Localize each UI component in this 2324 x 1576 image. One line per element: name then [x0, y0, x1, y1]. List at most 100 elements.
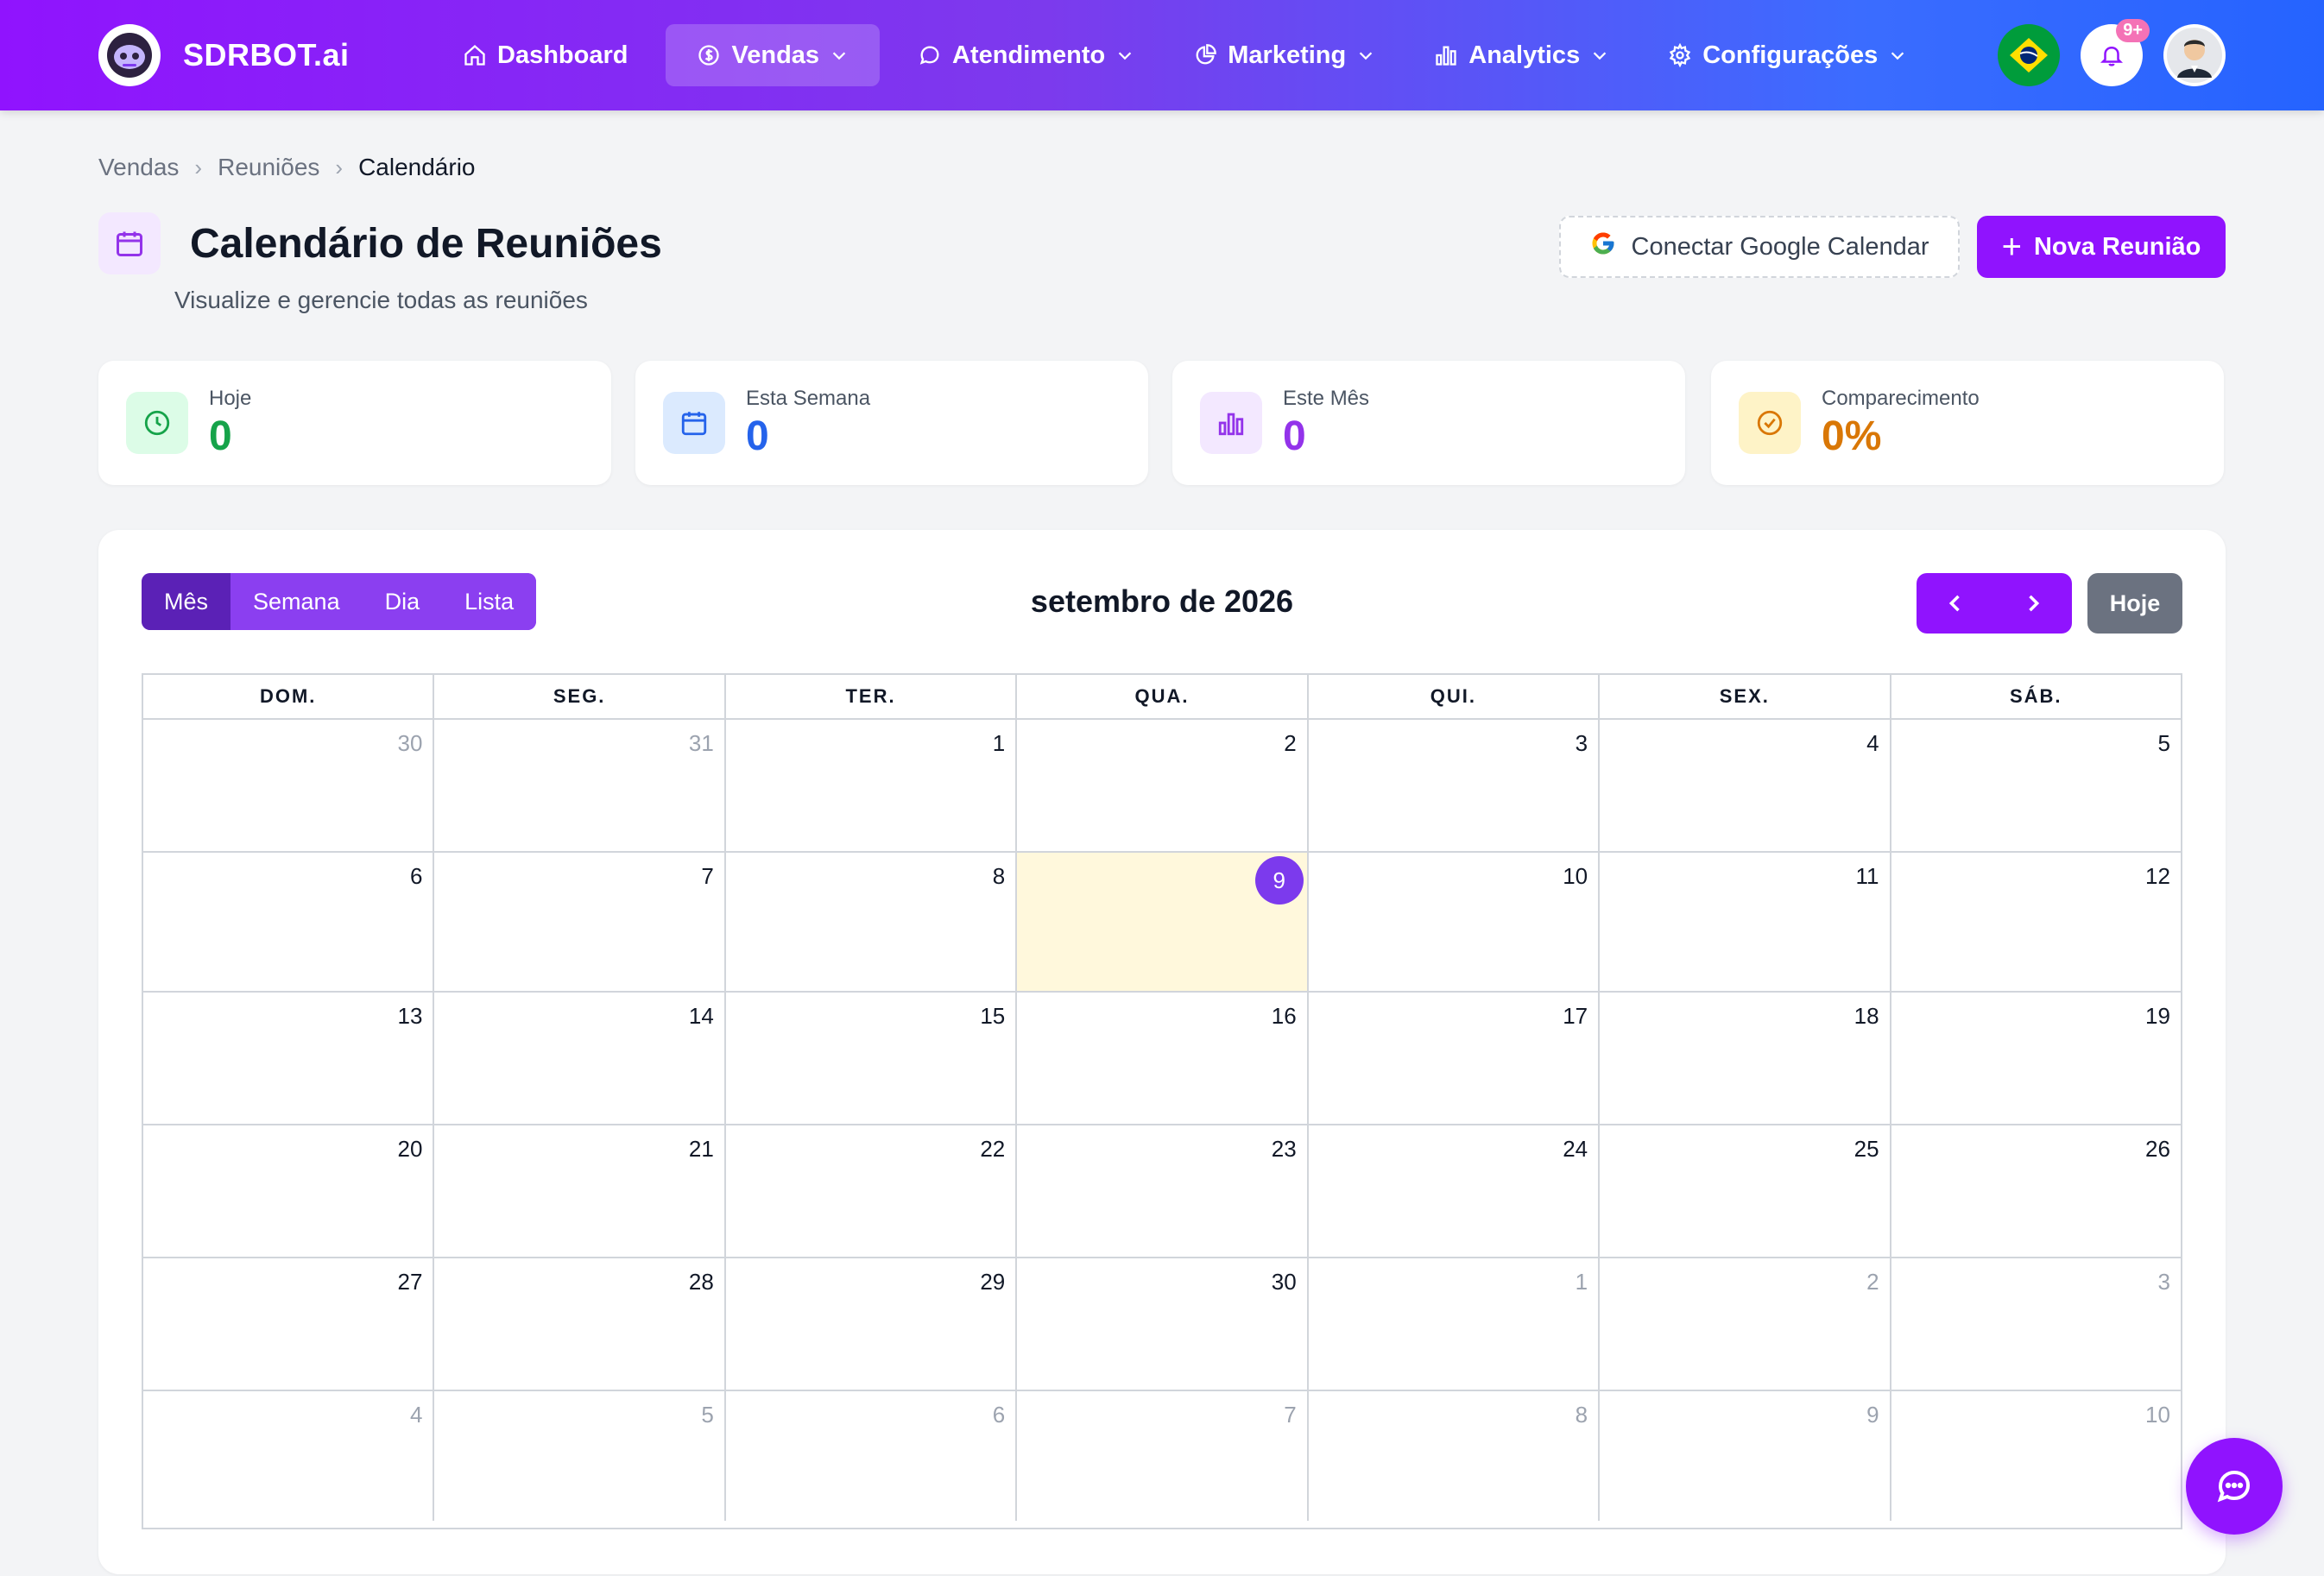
day-number[interactable]: 13: [398, 1003, 423, 1030]
nav-dashboard[interactable]: Dashboard: [442, 24, 648, 86]
calendar-day-cell[interactable]: 29: [726, 1258, 1018, 1390]
nav-vendas[interactable]: Vendas: [666, 24, 881, 86]
calendar-day-cell[interactable]: 10: [1309, 853, 1601, 991]
day-number[interactable]: 24: [1563, 1136, 1588, 1163]
day-number[interactable]: 2: [1284, 730, 1296, 757]
day-number[interactable]: 7: [1284, 1402, 1296, 1428]
calendar-day-cell[interactable]: 12: [1891, 853, 2181, 991]
view-month-button[interactable]: Mês: [142, 573, 231, 630]
day-number[interactable]: 2: [1866, 1269, 1879, 1295]
day-number[interactable]: 4: [410, 1402, 422, 1428]
next-month-button[interactable]: [1994, 573, 2072, 634]
day-number[interactable]: 10: [2145, 1402, 2170, 1428]
nav-configuracoes[interactable]: Configurações: [1647, 24, 1928, 86]
day-number[interactable]: 30: [398, 730, 423, 757]
day-number[interactable]: 1: [993, 730, 1005, 757]
calendar-day-cell[interactable]: 6: [143, 853, 435, 991]
calendar-day-cell[interactable]: 27: [143, 1258, 435, 1390]
day-number[interactable]: 30: [1272, 1269, 1297, 1295]
previous-month-button[interactable]: [1917, 573, 1994, 634]
calendar-day-cell[interactable]: 13: [143, 993, 435, 1124]
view-list-button[interactable]: Lista: [442, 573, 537, 630]
breadcrumb-vendas[interactable]: Vendas: [98, 154, 179, 181]
calendar-day-cell[interactable]: 30: [1017, 1258, 1309, 1390]
day-number[interactable]: 17: [1563, 1003, 1588, 1030]
calendar-day-cell[interactable]: 3: [1891, 1258, 2181, 1390]
today-button[interactable]: Hoje: [2087, 573, 2182, 634]
calendar-day-cell[interactable]: 19: [1891, 993, 2181, 1124]
day-number[interactable]: 6: [410, 863, 422, 890]
calendar-day-cell[interactable]: 30: [143, 720, 435, 851]
calendar-day-cell[interactable]: 21: [434, 1125, 726, 1257]
calendar-day-cell[interactable]: 4: [1600, 720, 1891, 851]
calendar-day-cell[interactable]: 28: [434, 1258, 726, 1390]
day-number[interactable]: 20: [398, 1136, 423, 1163]
calendar-day-cell[interactable]: 5: [434, 1391, 726, 1521]
day-number[interactable]: 10: [1563, 863, 1588, 890]
day-number[interactable]: 16: [1272, 1003, 1297, 1030]
day-number[interactable]: 23: [1272, 1136, 1297, 1163]
calendar-day-cell[interactable]: 5: [1891, 720, 2181, 851]
calendar-day-today[interactable]: 9: [1017, 853, 1309, 991]
day-number[interactable]: 3: [1576, 730, 1588, 757]
user-avatar[interactable]: [2163, 24, 2226, 86]
day-number[interactable]: 1: [1576, 1269, 1588, 1295]
calendar-day-cell[interactable]: 10: [1891, 1391, 2181, 1521]
calendar-day-cell[interactable]: 8: [726, 853, 1018, 991]
calendar-day-cell[interactable]: 15: [726, 993, 1018, 1124]
app-logo[interactable]: SDRBOT.ai: [98, 24, 350, 86]
calendar-day-cell[interactable]: 6: [726, 1391, 1018, 1521]
calendar-day-cell[interactable]: 22: [726, 1125, 1018, 1257]
day-number[interactable]: 29: [980, 1269, 1005, 1295]
calendar-day-cell[interactable]: 7: [1017, 1391, 1309, 1521]
day-number[interactable]: 21: [689, 1136, 714, 1163]
day-number[interactable]: 3: [2157, 1269, 2169, 1295]
day-number[interactable]: 11: [1856, 863, 1879, 890]
day-number[interactable]: 12: [2145, 863, 2170, 890]
connect-google-calendar-button[interactable]: Conectar Google Calendar: [1559, 216, 1960, 278]
view-day-button[interactable]: Dia: [362, 573, 443, 630]
view-week-button[interactable]: Semana: [231, 573, 363, 630]
calendar-day-cell[interactable]: 25: [1600, 1125, 1891, 1257]
calendar-day-cell[interactable]: 2: [1600, 1258, 1891, 1390]
calendar-day-cell[interactable]: 3: [1309, 720, 1601, 851]
day-number[interactable]: 7: [701, 863, 713, 890]
day-number[interactable]: 15: [980, 1003, 1005, 1030]
nav-atendimento[interactable]: Atendimento: [897, 24, 1155, 86]
calendar-day-cell[interactable]: 24: [1309, 1125, 1601, 1257]
nav-analytics[interactable]: Analytics: [1413, 24, 1630, 86]
day-number[interactable]: 25: [1854, 1136, 1879, 1163]
day-number[interactable]: 19: [2145, 1003, 2170, 1030]
day-number[interactable]: 8: [993, 863, 1005, 890]
calendar-day-cell[interactable]: 2: [1017, 720, 1309, 851]
calendar-day-cell[interactable]: 11: [1600, 853, 1891, 991]
calendar-day-cell[interactable]: 20: [143, 1125, 435, 1257]
day-number[interactable]: 5: [701, 1402, 713, 1428]
day-number[interactable]: 18: [1854, 1003, 1879, 1030]
day-number[interactable]: 22: [980, 1136, 1005, 1163]
calendar-day-cell[interactable]: 9: [1600, 1391, 1891, 1521]
day-number[interactable]: 28: [689, 1269, 714, 1295]
calendar-day-cell[interactable]: 31: [434, 720, 726, 851]
calendar-day-cell[interactable]: 1: [1309, 1258, 1601, 1390]
day-number[interactable]: 27: [398, 1269, 423, 1295]
new-meeting-button[interactable]: + Nova Reunião: [1977, 216, 2226, 278]
notifications-button[interactable]: 9+: [2081, 19, 2150, 86]
calendar-day-cell[interactable]: 26: [1891, 1125, 2181, 1257]
day-number[interactable]: 26: [2145, 1136, 2170, 1163]
calendar-day-cell[interactable]: 18: [1600, 993, 1891, 1124]
day-number[interactable]: 6: [993, 1402, 1005, 1428]
day-number[interactable]: 4: [1866, 730, 1879, 757]
day-number[interactable]: 14: [689, 1003, 714, 1030]
calendar-day-cell[interactable]: 4: [143, 1391, 435, 1521]
nav-marketing[interactable]: Marketing: [1172, 24, 1396, 86]
day-number[interactable]: 8: [1576, 1402, 1588, 1428]
day-number[interactable]: 31: [689, 730, 714, 757]
day-number[interactable]: 9: [1866, 1402, 1879, 1428]
day-number[interactable]: 9: [1254, 856, 1304, 905]
calendar-day-cell[interactable]: 17: [1309, 993, 1601, 1124]
calendar-day-cell[interactable]: 8: [1309, 1391, 1601, 1521]
language-selector[interactable]: [1998, 24, 2060, 86]
calendar-day-cell[interactable]: 16: [1017, 993, 1309, 1124]
day-number[interactable]: 5: [2157, 730, 2169, 757]
